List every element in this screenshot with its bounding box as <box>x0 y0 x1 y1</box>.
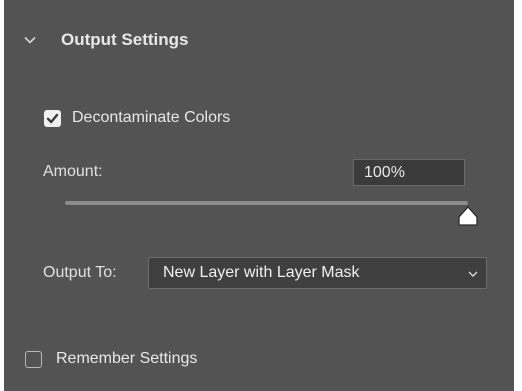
remember-settings-checkbox[interactable] <box>25 350 42 368</box>
decontaminate-colors-option[interactable]: Decontaminate Colors <box>44 109 230 127</box>
amount-slider-thumb[interactable] <box>457 206 479 226</box>
output-to-dropdown[interactable]: New Layer with Layer Mask <box>148 257 487 289</box>
section-title: Output Settings <box>61 30 189 49</box>
decontaminate-colors-label: Decontaminate Colors <box>72 109 231 126</box>
chevron-down-icon <box>468 271 478 277</box>
output-settings-panel: Output Settings Decontaminate Colors Amo… <box>4 0 514 391</box>
checkmark-icon <box>46 113 59 123</box>
output-to-value: New Layer with Layer Mask <box>163 264 360 281</box>
amount-input[interactable]: 100% <box>353 159 465 186</box>
output-to-label: Output To: <box>43 264 117 281</box>
chevron-down-icon <box>24 36 36 44</box>
output-settings-header[interactable]: Output Settings <box>24 30 188 50</box>
amount-slider-track[interactable] <box>65 201 468 205</box>
remember-settings-option[interactable]: Remember Settings <box>25 350 197 368</box>
amount-label: Amount: <box>43 163 103 180</box>
remember-settings-label: Remember Settings <box>56 350 198 367</box>
decontaminate-colors-checkbox[interactable] <box>44 109 61 127</box>
